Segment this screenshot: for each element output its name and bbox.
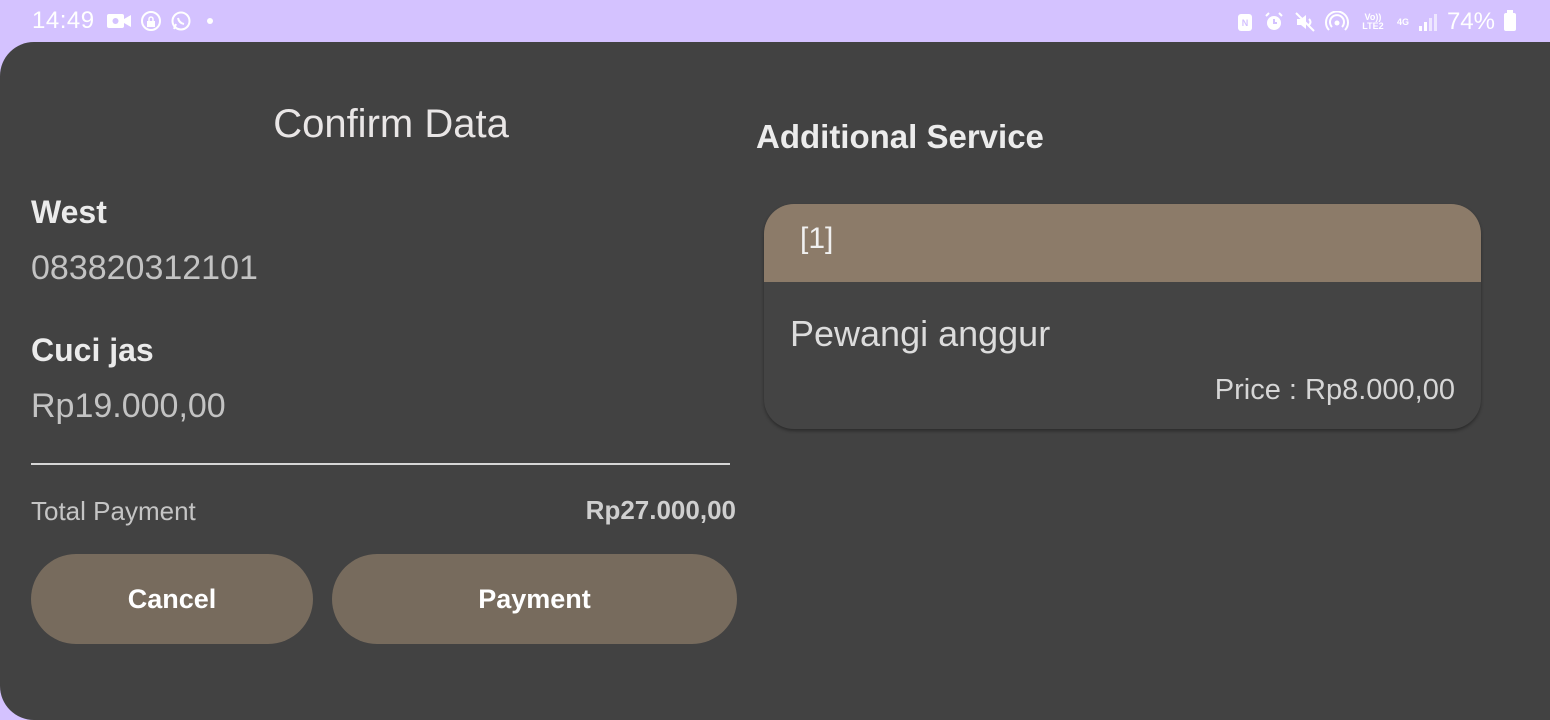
video-camera-icon — [106, 11, 132, 31]
hotspot-icon — [1324, 11, 1349, 33]
customer-name: West — [31, 194, 107, 230]
status-bar: 14:49 N Vo)) LTE2 4G 74% — [0, 0, 1550, 42]
card-header: [1] — [764, 204, 1481, 282]
notification-dot-icon — [207, 18, 213, 24]
alarm-icon — [1263, 11, 1285, 33]
confirm-dialog: Confirm Data West 083820312101 Cuci jas … — [0, 42, 1550, 720]
customer-phone: 083820312101 — [31, 249, 258, 287]
mute-icon — [1294, 11, 1316, 33]
whatsapp-icon — [170, 10, 192, 32]
status-left-icons — [106, 10, 213, 32]
battery-percent: 74% — [1446, 8, 1495, 35]
battery-icon — [1504, 10, 1516, 31]
signal-icon — [1418, 12, 1438, 32]
status-right-icons: N Vo)) LTE2 4G 74% — [1236, 8, 1516, 36]
cancel-button[interactable]: Cancel — [31, 554, 313, 644]
card-index: [1] — [800, 222, 834, 255]
nfc-icon: N — [1236, 11, 1254, 33]
divider — [31, 463, 730, 465]
payment-button[interactable]: Payment — [332, 554, 737, 644]
additional-item-name: Pewangi anggur — [790, 313, 1051, 354]
screen: 14:49 N Vo)) LTE2 4G 74% Confirm Data We… — [0, 0, 1550, 720]
network-type-label: 4G — [1396, 16, 1409, 27]
total-payment-label: Total Payment — [31, 496, 196, 526]
service-price: Rp19.000,00 — [31, 387, 226, 425]
lock-icon — [141, 11, 161, 31]
total-payment-value: Rp27.000,00 — [585, 495, 736, 525]
svg-text:N: N — [1242, 18, 1249, 28]
additional-service-title: Additional Service — [756, 118, 1044, 155]
additional-service-card: [1] Pewangi anggur Price : Rp8.000,00 — [764, 204, 1481, 429]
confirm-title: Confirm Data — [273, 102, 509, 146]
additional-item-price: Price : Rp8.000,00 — [1214, 374, 1455, 406]
volte-label: Vo)) LTE2 — [1362, 12, 1384, 31]
service-name: Cuci jas — [31, 332, 154, 368]
status-time: 14:49 — [32, 7, 95, 34]
